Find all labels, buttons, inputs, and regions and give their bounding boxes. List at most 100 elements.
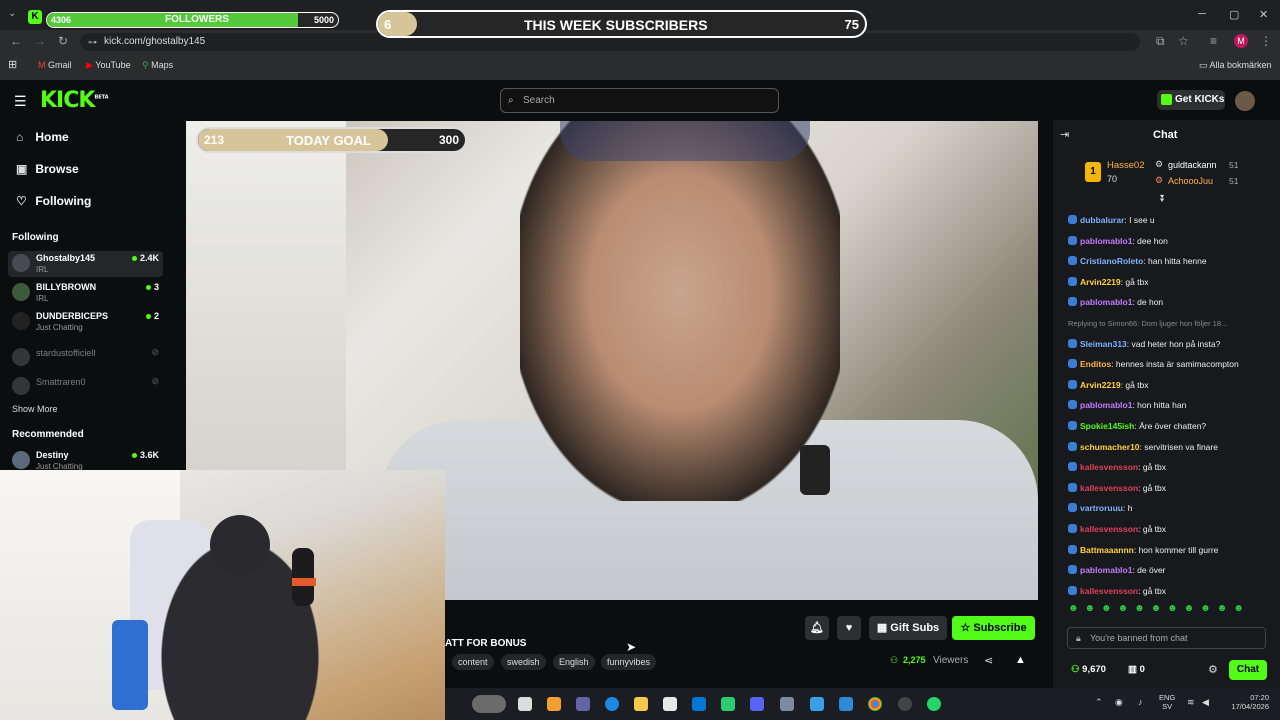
- chat-username[interactable]: Arvin2219: [1080, 380, 1121, 390]
- get-kicks-button[interactable]: Get KICKs: [1157, 90, 1225, 110]
- clock[interactable]: 07:20 17/04/2026: [1219, 693, 1269, 711]
- webcam-orange-item: [292, 578, 316, 586]
- top-gifter-2-name[interactable]: guldtackann: [1168, 160, 1217, 170]
- send-chat-button[interactable]: Chat: [1229, 660, 1267, 680]
- show-more-link[interactable]: Show More: [12, 404, 58, 414]
- recommended-channel-destiny[interactable]: Destiny Just Chatting 3.6K: [8, 448, 163, 470]
- all-bookmarks[interactable]: ▭ Alla bokmärken: [1199, 60, 1272, 71]
- chat-username[interactable]: kallesvensson: [1080, 462, 1138, 472]
- chat-username[interactable]: pablomablo1: [1080, 565, 1132, 575]
- sidebar-nav-browse[interactable]: ▣ Browse: [16, 162, 79, 176]
- report-icon[interactable]: ▲: [1015, 654, 1026, 666]
- reload-icon[interactable]: ↻: [58, 34, 68, 48]
- share-icon[interactable]: ⋖: [984, 654, 993, 667]
- chat-username[interactable]: Arvin2219: [1080, 277, 1121, 287]
- maximize-icon[interactable]: ▢: [1229, 8, 1239, 21]
- tab-menu-icon[interactable]: ⌄: [8, 8, 16, 19]
- user-avatar[interactable]: [1235, 91, 1255, 111]
- chat-username[interactable]: kallesvensson: [1080, 483, 1138, 493]
- heart-icon: ♡: [16, 194, 27, 208]
- back-icon[interactable]: ←: [10, 34, 22, 48]
- bookmark-gmail[interactable]: M Gmail: [38, 60, 72, 70]
- teams-icon[interactable]: [576, 697, 590, 711]
- tray-chevron-icon[interactable]: ⌃: [1095, 697, 1103, 708]
- language-indicator[interactable]: ENG SV: [1159, 693, 1175, 711]
- search-placeholder: Search: [523, 95, 555, 106]
- tray-app-icon[interactable]: ◉: [1115, 697, 1123, 708]
- outlook-icon[interactable]: [692, 697, 706, 711]
- followed-channel-stardustofficiell[interactable]: stardustofficiell ⊘: [8, 345, 163, 371]
- top-gifter-3-name[interactable]: AchoooJuu: [1168, 176, 1213, 186]
- close-icon[interactable]: ✕: [1259, 8, 1268, 21]
- gift-subs-button[interactable]: ▦ Gift Subs: [869, 616, 947, 640]
- chat-username[interactable]: Enditos: [1080, 359, 1111, 369]
- kick-logo[interactable]: KICKBETA: [40, 88, 109, 113]
- chat-username[interactable]: Spokie145ish: [1080, 421, 1134, 431]
- expand-gifters-icon[interactable]: ⏬︎: [1160, 194, 1165, 205]
- followed-channel-dunderbiceps[interactable]: DUNDERBICEPS Just Chatting 2: [8, 309, 163, 335]
- followed-channel-billybrown[interactable]: BILLYBROWN IRL 3: [8, 280, 163, 306]
- remote-desktop-icon[interactable]: [839, 697, 853, 711]
- discord-icon[interactable]: [750, 697, 764, 711]
- edge-icon[interactable]: [605, 697, 619, 711]
- top-gifter-1-name[interactable]: Hasse02: [1107, 160, 1145, 171]
- taskview-icon[interactable]: [518, 697, 532, 711]
- sidebar-nav-following[interactable]: ♡ Following: [16, 194, 91, 208]
- image-viewer-icon[interactable]: [810, 697, 824, 711]
- tag-funnyvibes[interactable]: funnyvibes: [601, 654, 657, 670]
- notification-bell-button[interactable]: 🔔︎: [805, 616, 829, 640]
- wifi-icon[interactable]: ≋: [1187, 697, 1195, 708]
- apps-grid-icon[interactable]: ⊞: [8, 58, 17, 71]
- forward-icon[interactable]: →: [34, 34, 46, 48]
- whatsapp-icon[interactable]: [927, 697, 941, 711]
- chat-username[interactable]: vartroruuu: [1080, 503, 1123, 513]
- chat-input-banned[interactable]: 🔒︎ You're banned from chat: [1067, 627, 1266, 649]
- copilot-icon[interactable]: [547, 697, 561, 711]
- file-explorer-icon[interactable]: [634, 697, 648, 711]
- chat-username[interactable]: kallesvensson: [1080, 524, 1138, 534]
- tag-content[interactable]: content: [452, 654, 494, 670]
- app-icon[interactable]: [780, 697, 794, 711]
- site-info-icon[interactable]: ⊶: [88, 37, 97, 48]
- translate-icon[interactable]: ⧉: [1156, 34, 1165, 49]
- chat-username[interactable]: Battmaaannn: [1080, 545, 1134, 555]
- chat-settings-icon[interactable]: ⚙: [1208, 663, 1218, 676]
- emote-bar[interactable]: ☻☻☻☻☻☻☻☻☻☻☻: [1068, 603, 1264, 617]
- search-input[interactable]: ⌕ Search: [500, 88, 779, 113]
- profile-avatar[interactable]: M: [1234, 34, 1248, 48]
- bookmark-star-icon[interactable]: ☆: [1178, 34, 1189, 48]
- sidebar-nav-home[interactable]: ⌂ Home: [16, 130, 69, 144]
- followed-channel-ghostalby145[interactable]: Ghostalby145 IRL 2.4K: [8, 251, 163, 277]
- hamburger-menu-icon[interactable]: ☰: [14, 93, 27, 110]
- microphone-icon[interactable]: ♪: [1138, 697, 1143, 707]
- chat-username[interactable]: dubbalurar: [1080, 215, 1124, 225]
- store-icon[interactable]: [663, 697, 677, 711]
- chat-username[interactable]: Sleiman313: [1080, 339, 1127, 349]
- extensions-icon[interactable]: ≡: [1210, 34, 1217, 48]
- chat-username[interactable]: pablomablo1: [1080, 400, 1132, 410]
- chat-username[interactable]: pablomablo1: [1080, 297, 1132, 307]
- followed-channel-smattraren0[interactable]: Smattraren0 ⊘: [8, 374, 163, 400]
- vpn-icon[interactable]: [721, 697, 735, 711]
- tag-swedish[interactable]: swedish: [501, 654, 546, 670]
- widgets-weather-icon[interactable]: [472, 695, 506, 713]
- chat-username[interactable]: kallesvensson: [1080, 586, 1138, 596]
- channel-points[interactable]: ▥ 0: [1128, 664, 1145, 675]
- follow-heart-button[interactable]: ♥: [837, 616, 861, 640]
- chrome-icon[interactable]: [868, 697, 882, 711]
- chat-username[interactable]: pablomablo1: [1080, 236, 1132, 246]
- chat-username[interactable]: schumacher10: [1080, 442, 1140, 452]
- bookmark-maps[interactable]: ⚲ Maps: [142, 60, 173, 71]
- subscribe-button[interactable]: ☆ Subscribe: [952, 616, 1035, 640]
- collapse-chat-icon[interactable]: ⇥: [1060, 128, 1069, 141]
- chat-username[interactable]: CristianoRoleto: [1080, 256, 1143, 266]
- chat-text: : hennes insta är samimacompton: [1111, 359, 1239, 369]
- chat-badge-icon: [1068, 421, 1077, 430]
- volume-icon[interactable]: ◀: [1202, 697, 1209, 708]
- bookmark-youtube[interactable]: ▶ YouTube: [86, 60, 131, 71]
- tag-english[interactable]: English: [553, 654, 595, 670]
- chat-text: : hon kommer till gurre: [1133, 545, 1219, 555]
- obs-icon[interactable]: [898, 697, 912, 711]
- minimize-icon[interactable]: ─: [1198, 8, 1206, 20]
- browser-menu-icon[interactable]: ⋮: [1260, 34, 1272, 48]
